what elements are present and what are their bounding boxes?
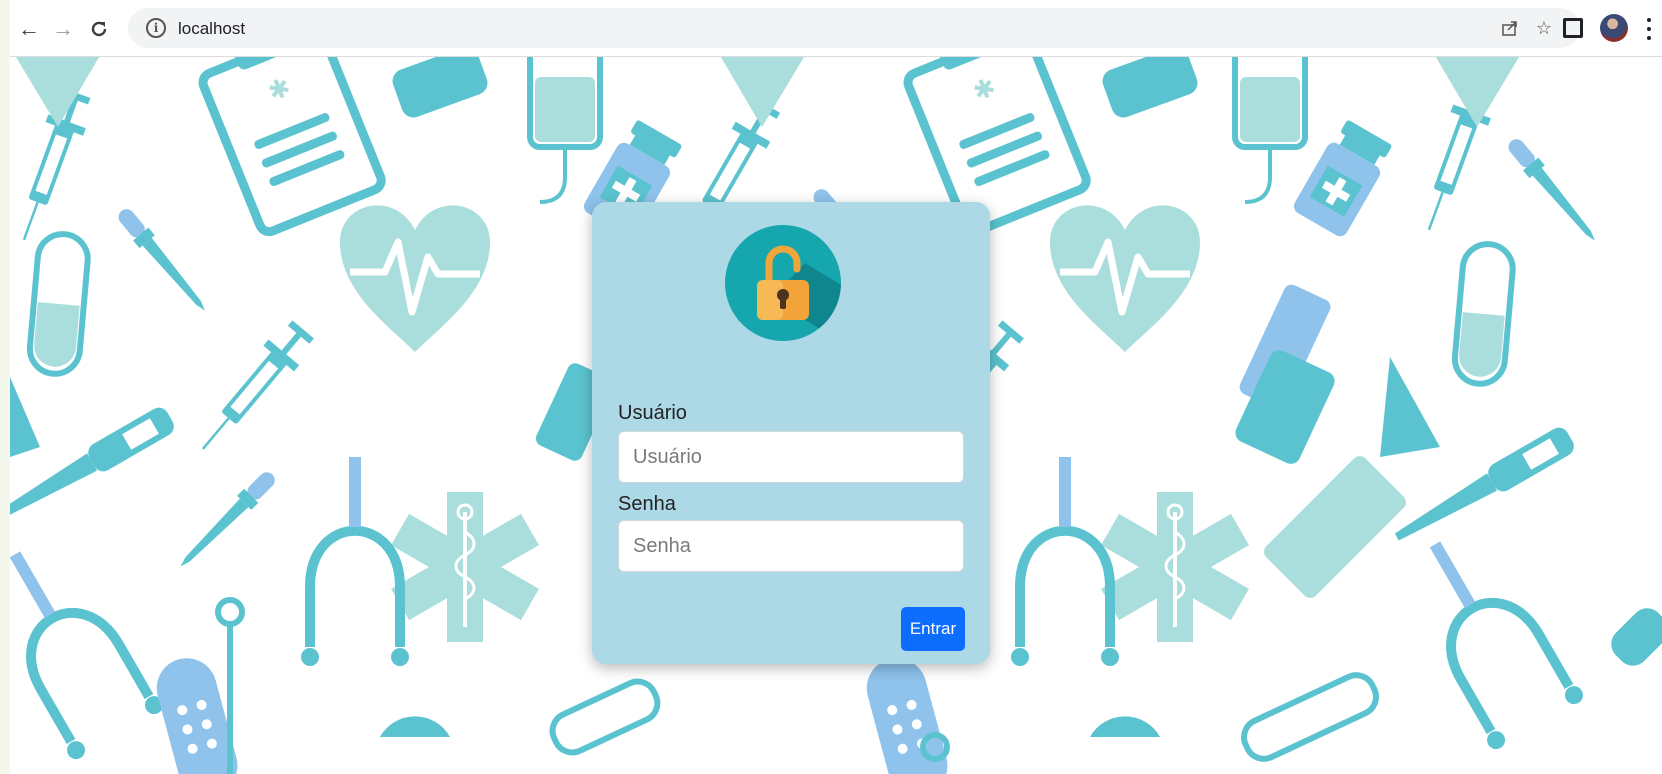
browser-toolbar: ← → i localhost ☆: [10, 0, 1662, 57]
side-panel-icon[interactable]: [1563, 18, 1583, 38]
password-input[interactable]: [618, 520, 964, 572]
profile-avatar[interactable]: [1600, 14, 1628, 42]
username-input[interactable]: [618, 431, 964, 483]
reload-icon[interactable]: [86, 16, 112, 42]
url-text[interactable]: localhost: [178, 19, 245, 39]
login-card: Usuário Senha Entrar: [592, 202, 990, 664]
submit-button[interactable]: Entrar: [901, 607, 965, 651]
site-info-icon[interactable]: i: [146, 18, 166, 38]
password-label: Senha: [618, 493, 676, 515]
address-bar[interactable]: i localhost ☆: [128, 8, 1580, 48]
browser-window: ← → i localhost ☆ Usuário Usuário Senha …: [10, 0, 1662, 774]
back-arrow-icon[interactable]: ←: [16, 16, 42, 42]
share-icon[interactable]: [1498, 16, 1522, 40]
username-label: Usuário: [618, 402, 687, 424]
forward-arrow-icon[interactable]: →: [50, 16, 76, 42]
page-content: ✱: [10, 57, 1662, 774]
menu-icon[interactable]: [1644, 16, 1654, 42]
bookmark-star-icon[interactable]: ☆: [1532, 16, 1556, 40]
unlocked-padlock-icon: [725, 225, 841, 341]
